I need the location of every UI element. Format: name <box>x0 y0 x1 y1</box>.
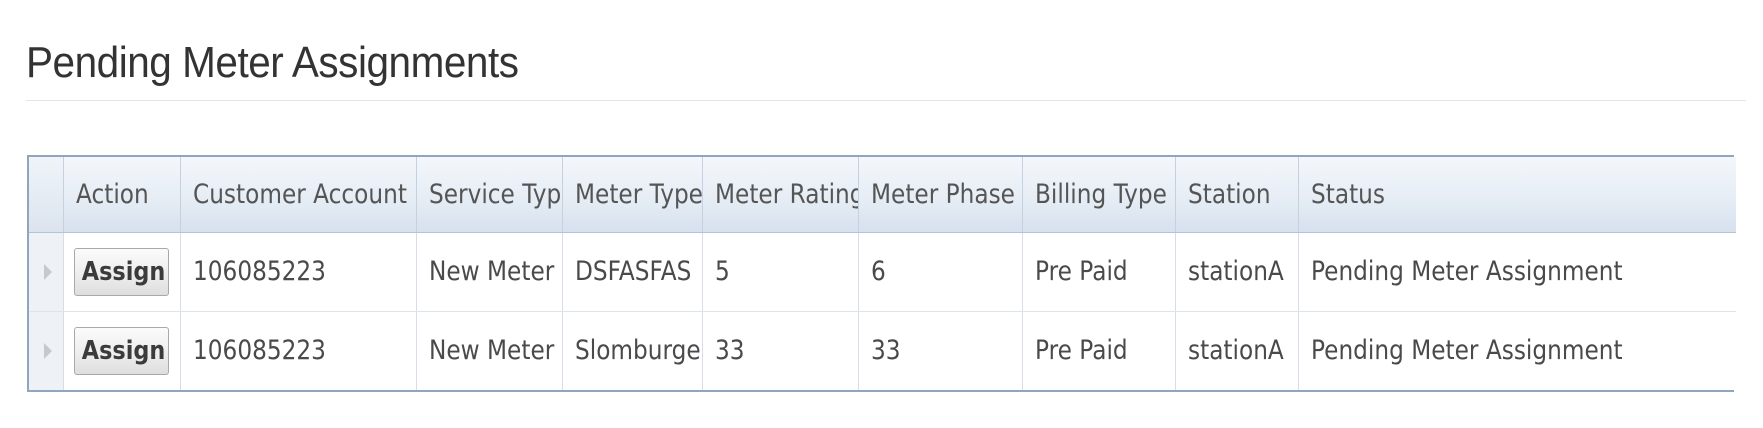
station-cell: stationA <box>1175 232 1299 312</box>
action-cell: Assign <box>63 232 181 312</box>
meter-phase-cell: 6 <box>858 232 1023 312</box>
page-title: Pending Meter Assignments <box>26 38 519 87</box>
station-cell: stationA <box>1175 311 1299 390</box>
status-cell: Pending Meter Assignment <box>1310 335 1623 367</box>
meter-rating-cell: 5 <box>702 232 859 312</box>
column-header-customer-account-id[interactable]: Customer Account ID <box>180 157 417 233</box>
row-indicator-cell[interactable] <box>29 311 64 390</box>
row-expand-arrow-icon[interactable] <box>43 343 52 360</box>
column-header-station[interactable]: Station <box>1175 157 1299 233</box>
action-cell: Assign <box>63 311 181 390</box>
column-header-meter-rating[interactable]: Meter Rating <box>702 157 859 233</box>
column-header-billing-type[interactable]: Billing Type <box>1022 157 1176 233</box>
pending-assignments-grid: Action Customer Account ID Service Type … <box>27 155 1736 392</box>
service-type-cell: New Meter <box>416 311 563 390</box>
meter-type-cell: Slomburger <box>562 311 703 390</box>
service-type-cell: New Meter <box>416 232 563 312</box>
table-row[interactable]: Assign 106085223 New Meter Slomburger 33… <box>29 311 1736 390</box>
meter-phase-cell: 33 <box>858 311 1023 390</box>
assign-button[interactable]: Assign <box>73 326 169 375</box>
assign-button[interactable]: Assign <box>73 247 169 296</box>
row-expand-arrow-icon[interactable] <box>43 264 52 280</box>
billing-type-cell: Pre Paid <box>1022 311 1176 390</box>
table-header-row: Action Customer Account ID Service Type … <box>29 157 1736 233</box>
row-indicator-cell[interactable] <box>29 232 64 312</box>
customer-account-id-cell: 106085223 <box>180 232 417 312</box>
table-row[interactable]: Assign 106085223 New Meter DSFASFAS 5 6 … <box>29 232 1736 312</box>
title-divider <box>26 100 1746 101</box>
billing-type-cell: Pre Paid <box>1022 232 1176 312</box>
customer-account-id-cell: 106085223 <box>180 311 417 390</box>
status-cell: Pending Meter Assignment <box>1298 232 1736 312</box>
column-header-action[interactable]: Action <box>63 157 181 233</box>
column-header-service-type[interactable]: Service Type <box>416 157 563 233</box>
column-header-meter-phase[interactable]: Meter Phase <box>858 157 1023 233</box>
header-indicator-cell <box>29 157 64 233</box>
column-header-meter-type[interactable]: Meter Type <box>562 157 703 233</box>
meter-type-cell: DSFASFAS <box>562 232 703 312</box>
assignments-table: Action Customer Account ID Service Type … <box>29 157 1736 390</box>
meter-rating-cell: 33 <box>702 311 859 390</box>
column-header-status[interactable]: Status <box>1298 157 1736 233</box>
